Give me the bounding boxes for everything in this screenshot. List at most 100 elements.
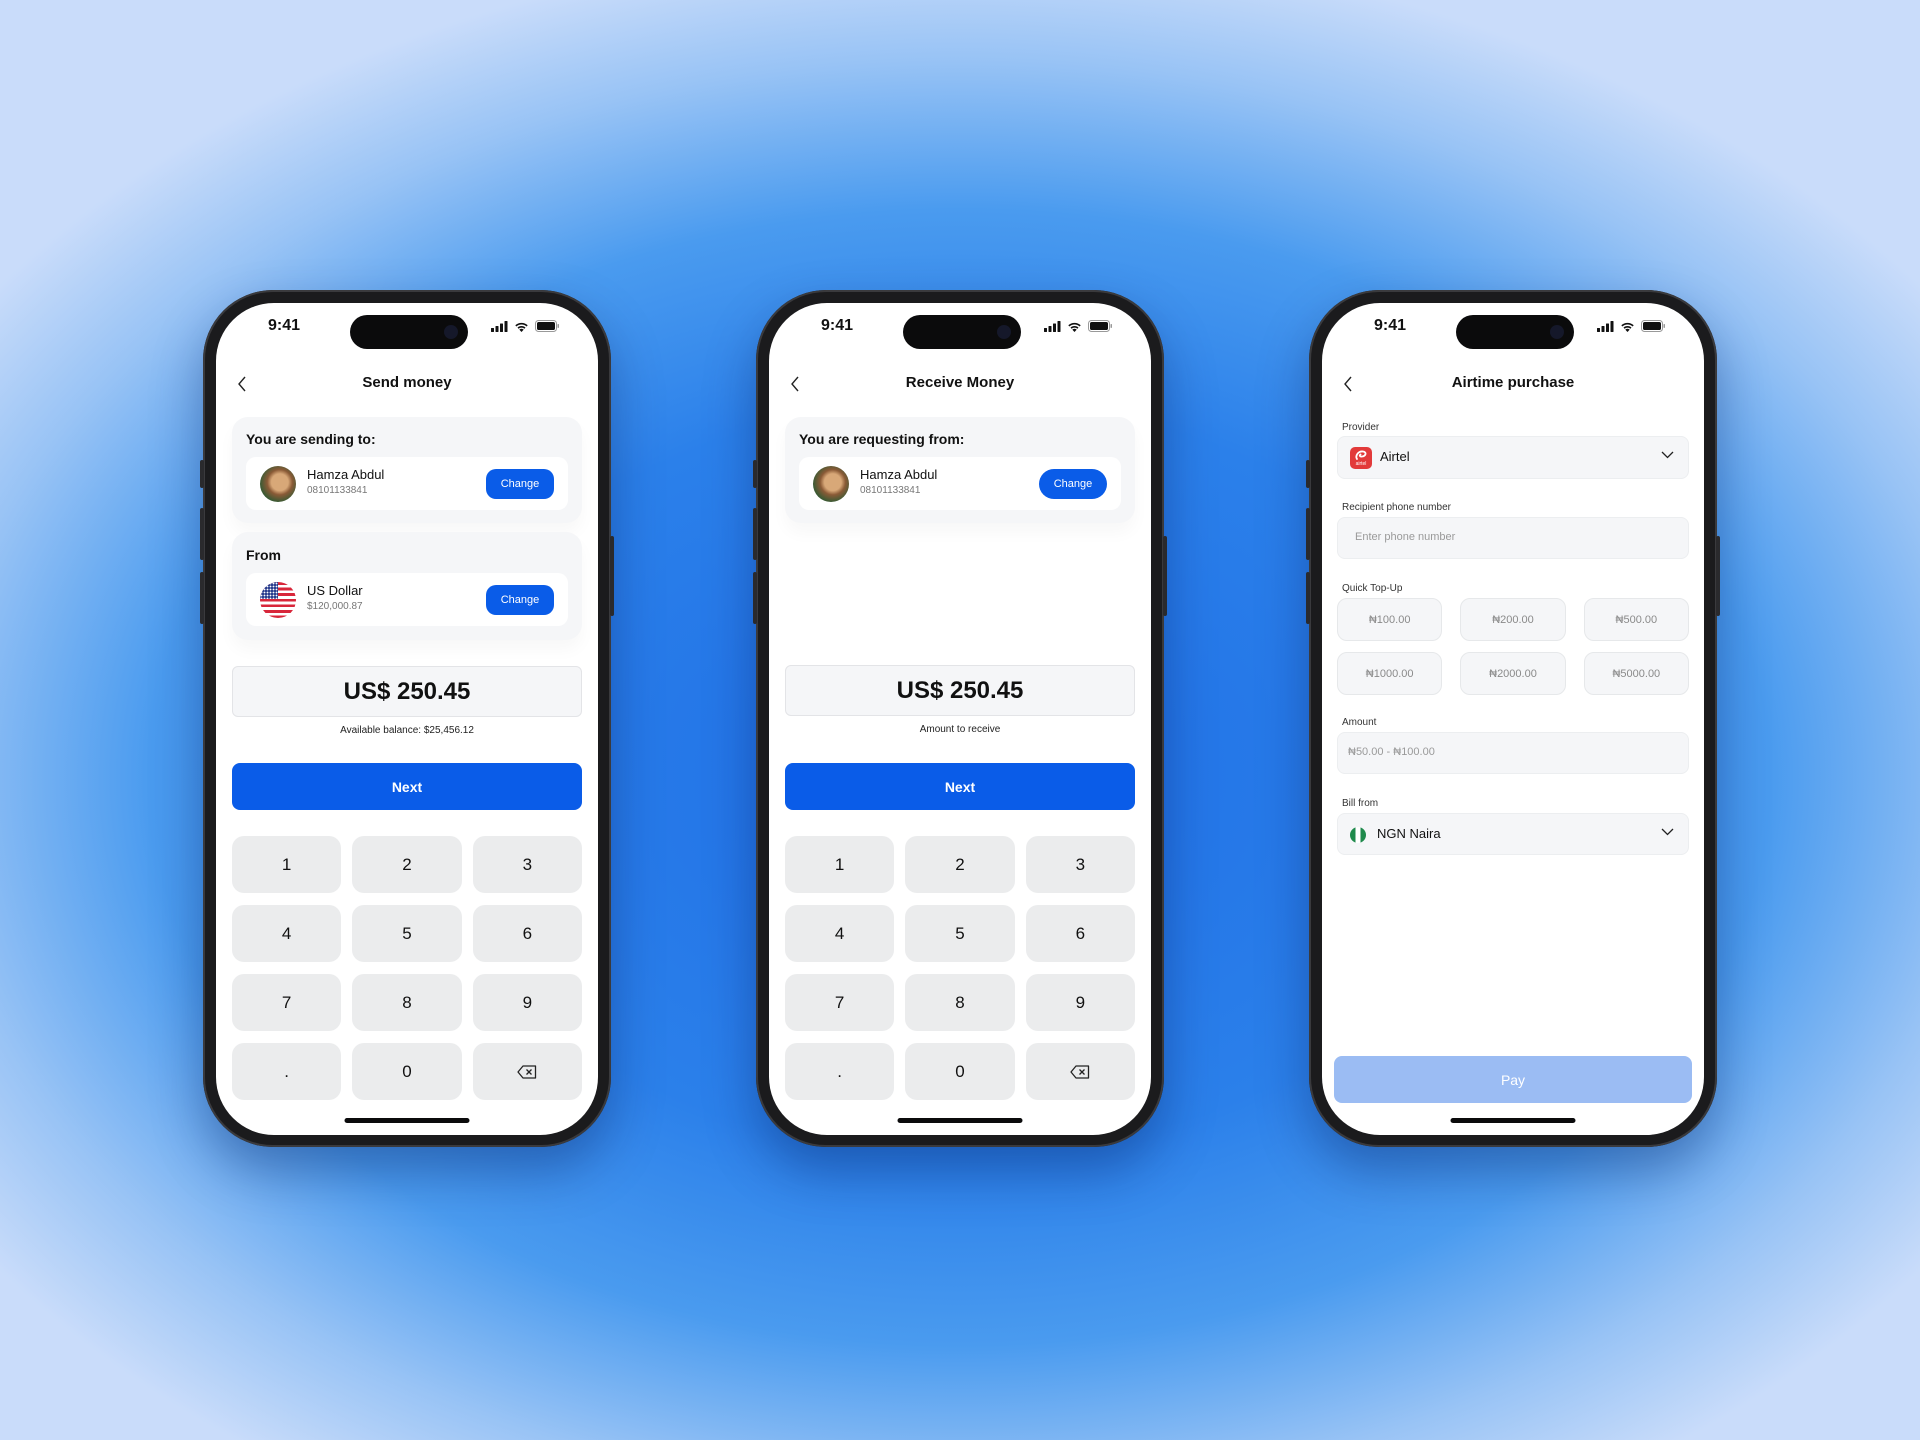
topup-option[interactable]: ₦100.00 [1337,598,1443,641]
next-button[interactable]: Next [232,763,582,810]
home-indicator [344,1118,470,1123]
battery-icon [1088,320,1112,332]
amount-display[interactable]: US$ 250.45 [232,666,582,717]
volume-up-button [753,508,757,560]
key-6[interactable]: 6 [1025,905,1135,962]
source-currency: US Dollar [307,583,363,598]
source-row: US Dollar $120,000.87 Change [246,573,568,626]
battery-icon [535,320,559,332]
change-source-button[interactable]: Change [486,585,554,615]
key-7[interactable]: 7 [232,974,342,1031]
topup-option[interactable]: ₦5000.00 [1583,652,1689,695]
cellular-signal-icon [1597,320,1614,332]
header: Receive Money [769,369,1151,399]
key-backspace[interactable] [1025,1043,1135,1100]
volume-down-button [200,572,204,624]
pay-button[interactable]: Pay [1334,1056,1692,1103]
amount-placeholder: ₦50.00 - ₦100.00 [1348,746,1435,758]
page-title: Airtime purchase [1451,374,1575,391]
key-3[interactable]: 3 [472,836,582,893]
key-9[interactable]: 9 [472,974,582,1031]
backspace-icon [517,1064,537,1079]
cellular-signal-icon [491,320,508,332]
phone-receive-money: 9:41 Receive Money You are requesting fr… [753,290,1167,1147]
topup-option[interactable]: ₦200.00 [1460,598,1566,641]
numeric-keypad: 1 2 3 4 5 6 7 8 9 . 0 [785,836,1135,1100]
key-1[interactable]: 1 [232,836,342,893]
recipient-section-label: You are sending to: [246,431,376,447]
dynamic-island [350,315,468,349]
key-2[interactable]: 2 [352,836,462,893]
key-3[interactable]: 3 [1025,836,1135,893]
provider-value: Airtel [1380,449,1410,464]
us-flag-icon [260,582,296,618]
change-recipient-button[interactable]: Change [486,469,554,499]
chevron-down-icon [1661,451,1674,459]
key-8[interactable]: 8 [352,974,462,1031]
header: Airtime purchase [1322,369,1704,399]
phone-airtime-purchase: 9:41 Airtime purchase Provider airtel Ai… [1306,290,1720,1147]
bill-from-value: NGN Naira [1377,826,1441,841]
available-balance: Available balance: $25,456.12 [216,725,598,736]
wifi-icon [515,322,528,332]
key-4[interactable]: 4 [785,905,895,962]
amount-input[interactable]: ₦50.00 - ₦100.00 [1337,732,1689,774]
amount-display[interactable]: US$ 250.45 [785,665,1135,716]
available-balance-value: $25,456.12 [423,725,474,736]
airtel-logo-icon: airtel [1350,447,1372,469]
key-decimal[interactable]: . [232,1043,342,1100]
cellular-signal-icon [1044,320,1061,332]
key-backspace[interactable] [472,1043,582,1100]
amount-caption: Amount to receive [919,724,1001,735]
change-requester-button[interactable]: Change [1039,469,1107,499]
provider-label: Provider [1342,422,1380,433]
avatar [813,466,849,502]
key-4[interactable]: 4 [232,905,342,962]
key-2[interactable]: 2 [905,836,1015,893]
key-6[interactable]: 6 [472,905,582,962]
recipient-phone-input[interactable]: Enter phone number [1337,517,1689,559]
key-5[interactable]: 5 [905,905,1015,962]
home-indicator [897,1118,1023,1123]
wifi-icon [1068,322,1081,332]
camera-icon [997,325,1011,339]
dynamic-island [903,315,1021,349]
status-icons [1597,320,1666,332]
available-balance-label: Available balance: [340,725,422,736]
key-0[interactable]: 0 [905,1043,1015,1100]
provider-select[interactable]: airtel Airtel [1337,436,1689,479]
page-title: Receive Money [905,374,1015,391]
topup-option[interactable]: ₦500.00 [1583,598,1689,641]
volume-up-button [200,508,204,560]
silent-switch [753,460,757,488]
chevron-down-icon [1661,828,1674,836]
key-0[interactable]: 0 [352,1043,462,1100]
key-5[interactable]: 5 [352,905,462,962]
key-7[interactable]: 7 [785,974,895,1031]
screen: 9:41 Receive Money You are requesting fr… [769,303,1151,1135]
power-button [610,536,614,616]
key-8[interactable]: 8 [905,974,1015,1031]
recipient-card: You are sending to: Hamza Abdul 08101133… [232,417,582,523]
nigeria-flag-icon [1350,827,1366,843]
airtel-logo-text: airtel [1355,461,1367,467]
topup-option[interactable]: ₦2000.00 [1460,652,1566,695]
key-1[interactable]: 1 [785,836,895,893]
next-button[interactable]: Next [785,763,1135,810]
key-9[interactable]: 9 [1025,974,1135,1031]
phone-send-money: 9:41 Send money You are sending to: Hamz… [200,290,614,1147]
camera-icon [1550,325,1564,339]
battery-icon [1641,320,1665,332]
recipient-row: Hamza Abdul 08101133841 Change [246,457,568,510]
key-decimal[interactable]: . [785,1043,895,1100]
bill-from-label: Bill from [1342,798,1379,809]
source-balance: $120,000.87 [307,601,363,612]
power-button [1163,536,1167,616]
bill-from-select[interactable]: NGN Naira [1337,813,1689,855]
topup-option[interactable]: ₦1000.00 [1337,652,1443,695]
amount-label: Amount [1342,717,1377,728]
screen: 9:41 Airtime purchase Provider airtel Ai… [1322,303,1704,1135]
status-time: 9:41 [821,317,854,334]
backspace-icon [1070,1064,1090,1079]
avatar [260,466,296,502]
